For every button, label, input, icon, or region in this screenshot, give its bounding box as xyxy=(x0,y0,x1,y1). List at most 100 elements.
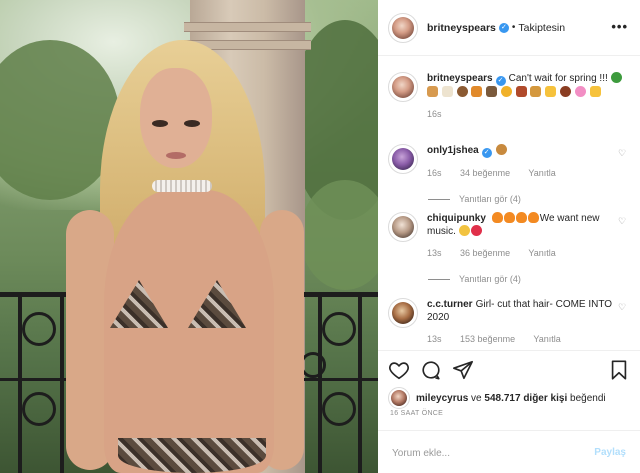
post-comment-button[interactable]: Paylaş xyxy=(594,447,626,458)
more-icon[interactable]: ••• xyxy=(611,20,628,33)
instagram-post-window: britneyspears ✓ • Takiptesin ••• britney… xyxy=(0,0,640,473)
star-emoji-icon xyxy=(545,86,557,97)
comment-body: c.c.turner Girl- cut that hair- COME INTO… xyxy=(427,298,623,346)
subject-torso xyxy=(104,190,274,473)
verified-badge-icon: ✓ xyxy=(481,148,492,158)
comment-icon[interactable] xyxy=(420,359,442,381)
view-replies-button[interactable]: Yanıtları gör (4) xyxy=(428,274,628,284)
comment-input[interactable] xyxy=(392,444,582,462)
railing-scroll xyxy=(22,392,56,426)
comment-meta: 13s 36 beğenme Yanıtla xyxy=(427,247,623,260)
football-emoji-icon xyxy=(560,86,572,97)
comment-meta: 13s 153 beğenme Yanıtla xyxy=(427,333,623,346)
action-icons xyxy=(388,359,630,383)
liker-avatar[interactable] xyxy=(388,387,410,409)
reply-button[interactable]: Yanıtla xyxy=(528,248,555,258)
chick-emoji-icon xyxy=(500,86,512,97)
replies-line xyxy=(428,278,450,280)
comment-avatar[interactable] xyxy=(388,212,418,242)
pillar-molding xyxy=(184,22,311,32)
author-username[interactable]: britneyspears xyxy=(427,22,496,34)
railing-scroll xyxy=(322,392,356,426)
grimace-emoji-icon xyxy=(458,225,470,236)
railing-post xyxy=(358,292,362,473)
fire-emoji-icon xyxy=(527,212,539,223)
flower-emoji-icon xyxy=(574,86,586,97)
view-replies-button[interactable]: Yanıtları gör (4) xyxy=(428,194,628,204)
reply-button[interactable]: Yanıtla xyxy=(533,334,560,344)
caption-body: britneyspears ✓ Can't wait for spring !!! xyxy=(427,72,623,121)
add-comment-bar: Paylaş xyxy=(378,430,640,473)
star-emoji-icon xyxy=(589,86,601,97)
author-avatar[interactable] xyxy=(388,12,418,43)
baguette-emoji-icon xyxy=(530,86,542,97)
fire-emoji-icon xyxy=(491,212,503,223)
reply-button[interactable]: Yanıtla xyxy=(528,168,555,178)
likes-verb: beğendi xyxy=(570,392,606,404)
butterfly-emoji-icon xyxy=(471,86,483,97)
fire-emoji-icon xyxy=(515,212,527,223)
caption-username[interactable]: britneyspears xyxy=(427,73,493,84)
post-photo[interactable] xyxy=(0,0,378,473)
comment-username[interactable]: only1jshea xyxy=(427,145,479,156)
verified-badge-icon: ✓ xyxy=(498,22,509,33)
post-timestamp: 16 SAAT ÖNCE xyxy=(390,410,444,417)
fire-emoji-icon xyxy=(503,212,515,223)
share-icon[interactable] xyxy=(452,359,474,381)
comment-username[interactable]: chiquipunky xyxy=(427,213,486,224)
post-header: britneyspears ✓ • Takiptesin ••• xyxy=(378,0,640,56)
bread-emoji-icon xyxy=(427,86,438,97)
caption-meta: 16s xyxy=(427,108,623,121)
comment-time: 16s xyxy=(427,168,442,178)
comment-item: c.c.turner Girl- cut that hair- COME INTO… xyxy=(388,298,628,346)
view-replies-label: Yanıtları gör (4) xyxy=(459,194,521,204)
likes-joiner: ve xyxy=(471,392,482,404)
caption-text: Can't wait for spring !!! xyxy=(508,73,608,84)
comment-likes[interactable]: 153 beğenme xyxy=(460,334,515,344)
bookmark-icon[interactable] xyxy=(608,359,630,381)
comment-username[interactable]: c.c.turner xyxy=(427,299,473,310)
railing-scroll xyxy=(22,312,56,346)
cookie-emoji-icon xyxy=(495,144,507,155)
subject-choker xyxy=(152,180,212,192)
follow-status[interactable]: Takiptesin xyxy=(518,22,565,34)
comment-likes[interactable]: 34 beğenme xyxy=(460,168,510,178)
comment-heart-icon[interactable]: ♡ xyxy=(618,216,628,226)
likes-others[interactable]: 548.717 diğer kişi xyxy=(484,393,567,404)
comment-item: chiquipunky We want new music. 13s 36 be… xyxy=(388,212,628,284)
photo-subject xyxy=(60,40,320,473)
subject-eye xyxy=(152,120,168,127)
comment-heart-icon[interactable]: ♡ xyxy=(618,148,628,158)
railing-post xyxy=(18,292,22,473)
bone-emoji-icon xyxy=(441,86,453,97)
subject-eye xyxy=(184,120,200,127)
moth-emoji-icon xyxy=(486,86,498,97)
comment-body: only1jshea ✓ 16s 34 beğenme Yanıtla xyxy=(427,144,623,180)
view-replies-label: Yanıtları gör (4) xyxy=(459,274,521,284)
comment-meta: 16s 34 beğenme Yanıtla xyxy=(427,167,623,180)
comment-time: 13s xyxy=(427,248,442,258)
heart-emoji-icon xyxy=(470,225,482,236)
comment-avatar[interactable] xyxy=(388,144,418,174)
caption: britneyspears ✓ Can't wait for spring !!! xyxy=(388,72,628,121)
verified-badge-icon: ✓ xyxy=(495,76,506,86)
heart-icon[interactable] xyxy=(388,359,410,381)
comment-avatar[interactable] xyxy=(388,298,418,328)
likes-summary[interactable]: mileycyrus ve 548.717 diğer kişi beğendi xyxy=(388,387,606,409)
header-text: britneyspears ✓ • Takiptesin xyxy=(427,22,565,34)
comment-likes[interactable]: 36 beğenme xyxy=(460,248,510,258)
subject-lips xyxy=(166,152,186,159)
comment-body: chiquipunky We want new music. 13s 36 be… xyxy=(427,212,623,260)
caption-time: 16s xyxy=(427,109,442,119)
post-side-panel: britneyspears ✓ • Takiptesin ••• britney… xyxy=(378,0,640,473)
replies-line xyxy=(428,198,450,200)
bikini-bottom xyxy=(118,438,266,473)
comment-heart-icon[interactable]: ♡ xyxy=(618,302,628,312)
separator-dot: • xyxy=(511,22,516,33)
comments-list[interactable]: britneyspears ✓ Can't wait for spring !!! xyxy=(378,66,640,350)
railing-scroll xyxy=(322,312,356,346)
post-actions: mileycyrus ve 548.717 diğer kişi beğendi… xyxy=(378,350,640,473)
boot-emoji-icon xyxy=(515,86,527,97)
liker-username[interactable]: mileycyrus xyxy=(416,393,468,404)
caption-avatar[interactable] xyxy=(388,72,418,102)
